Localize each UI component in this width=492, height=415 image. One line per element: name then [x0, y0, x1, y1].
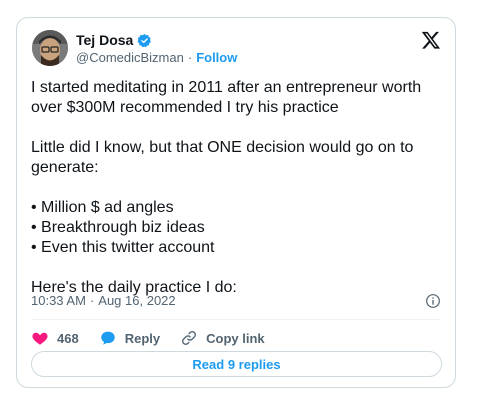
avatar[interactable] [32, 30, 68, 66]
author-handle[interactable]: @ComedicBizman [76, 50, 184, 65]
copy-link-label: Copy link [206, 330, 265, 346]
x-logo-icon[interactable] [421, 30, 441, 50]
tweet-bullet: • Even this twitter account [31, 239, 215, 256]
reply-bubble-icon [100, 331, 115, 345]
like-button[interactable]: 468 [31, 329, 79, 347]
meta-separator: · [89, 293, 95, 308]
follow-button[interactable]: Follow [196, 50, 237, 65]
divider [31, 319, 441, 320]
action-bar: 468 Reply Copy link [31, 327, 285, 349]
copy-link-button[interactable]: Copy link [180, 329, 265, 347]
like-count: 468 [57, 330, 79, 346]
verified-badge-icon [137, 33, 152, 48]
heart-icon [32, 332, 48, 345]
tweet-bullet: • Breakthrough biz ideas [31, 219, 205, 236]
author-name[interactable]: Tej Dosa [76, 32, 133, 48]
read-replies-label: Read 9 replies [192, 356, 281, 372]
read-replies-button[interactable]: Read 9 replies [31, 351, 442, 377]
tweet-timestamp[interactable]: 10:33 AM · Aug 16, 2022 [31, 293, 176, 308]
tweet-date: Aug 16, 2022 [98, 293, 176, 308]
tweet-text: I started meditating in 2011 after an en… [31, 78, 446, 298]
tweet-paragraph: Little did I know, but that ONE decision… [31, 139, 414, 176]
link-icon [182, 331, 197, 345]
tweet-time: 10:33 AM [31, 293, 86, 308]
author-handle-row: @ComedicBizman · Follow [76, 50, 237, 65]
tweet-card: Tej Dosa @ComedicBizman · Follow I start… [16, 17, 456, 388]
info-icon[interactable] [425, 293, 441, 309]
reply-label: Reply [124, 330, 161, 346]
reply-button[interactable]: Reply [99, 329, 160, 347]
tweet-bullet: • Million $ ad angles [31, 199, 174, 216]
tweet-paragraph: I started meditating in 2011 after an en… [31, 79, 422, 116]
author-name-row: Tej Dosa [76, 32, 152, 48]
handle-separator: · [187, 50, 193, 65]
